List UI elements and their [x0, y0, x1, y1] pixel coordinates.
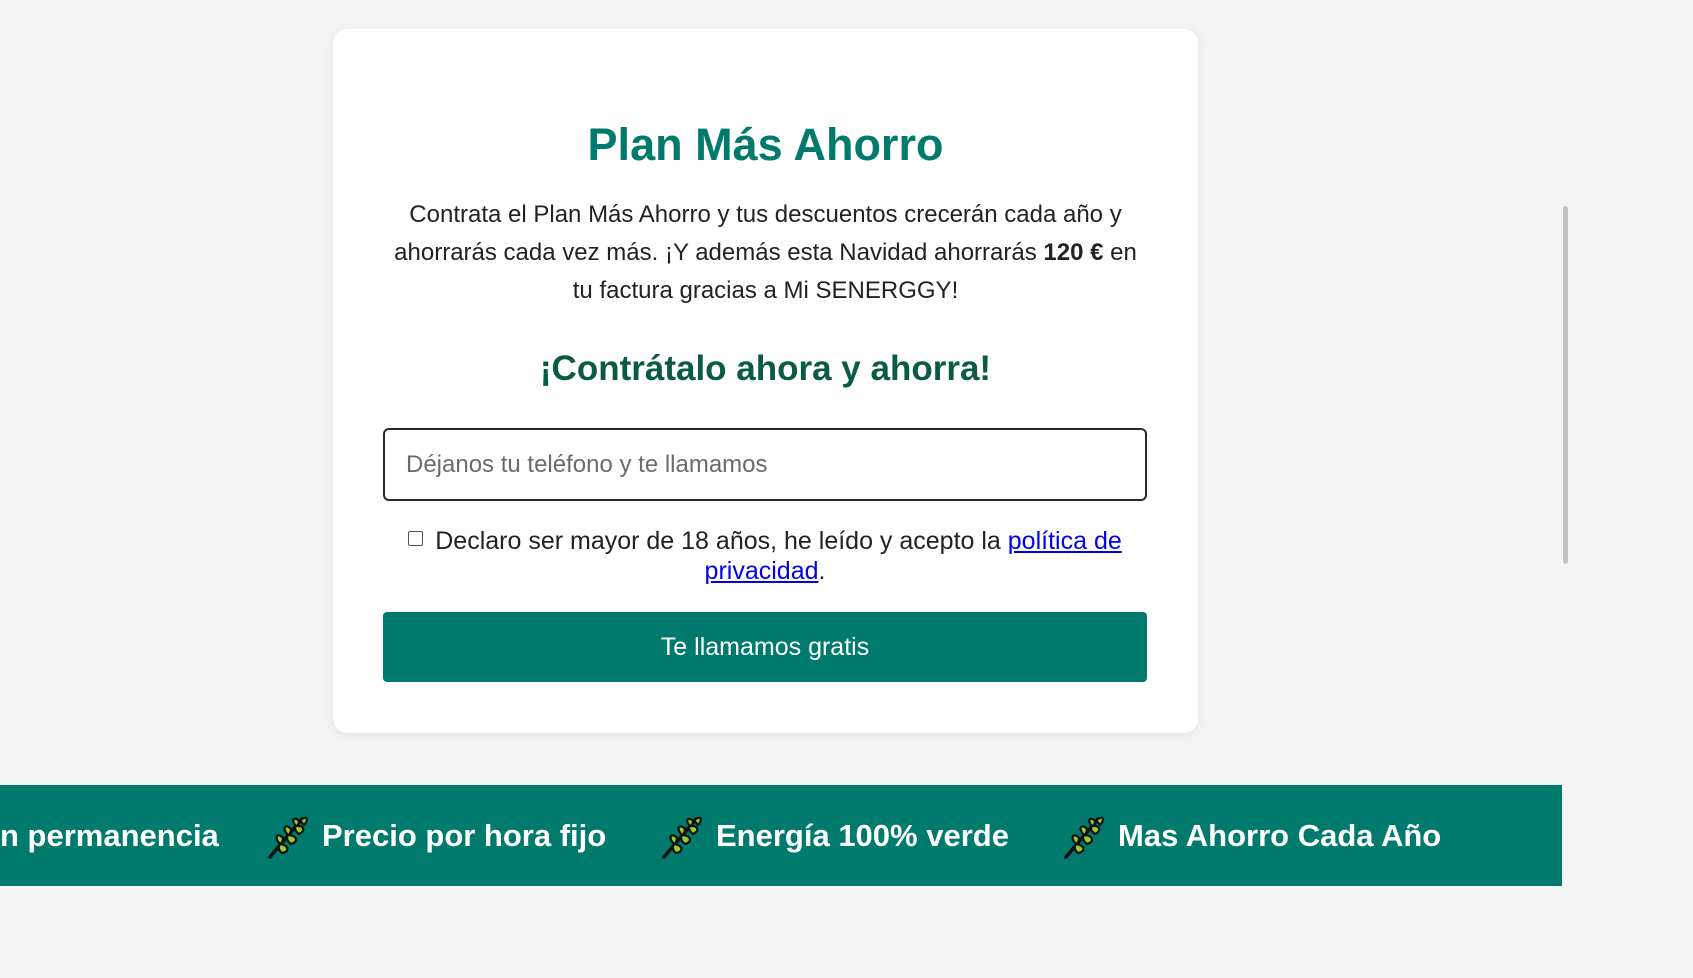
ticker-item: n permanencia [0, 785, 219, 886]
signup-card: Plan Más Ahorro Contrata el Plan Más Aho… [333, 29, 1198, 733]
phone-input[interactable] [383, 428, 1147, 501]
ticker-item-label: Mas Ahorro Cada Año [1118, 817, 1442, 853]
consent-label: Declaro ser mayor de 18 años, he leído y… [435, 527, 1008, 555]
call-me-button[interactable]: Te llamamos gratis [383, 612, 1147, 682]
ticker-item: Mas Ahorro Cada Año [1060, 785, 1441, 886]
leaf-icon [268, 816, 308, 859]
consent-period: . [818, 557, 826, 585]
benefits-ticker: n permanencia Precio por hora fijo Energ… [0, 785, 1562, 886]
ticker-item: Precio por hora fijo [264, 785, 606, 886]
ticker-item: Energía 100% verde [658, 785, 1009, 886]
page-title: Plan Más Ahorro [587, 119, 944, 170]
leaf-icon [662, 816, 702, 859]
leaf-icon [1064, 816, 1104, 859]
description-text-start: Contrata el Plan Más Ahorro y tus descue… [394, 201, 1122, 266]
ticker-item-label: Precio por hora fijo [322, 817, 607, 853]
plan-description: Contrata el Plan Más Ahorro y tus descue… [383, 196, 1148, 310]
ticker-item-label: n permanencia [0, 817, 219, 853]
savings-amount: 120 € [1043, 239, 1104, 266]
page-scrollbar[interactable] [1562, 0, 1569, 978]
consent-checkbox[interactable] [408, 531, 424, 546]
ticker-item-label: Energía 100% verde [716, 817, 1009, 853]
privacy-consent: Declaro ser mayor de 18 años, he leído y… [383, 526, 1147, 586]
call-to-action-heading: ¡Contrátalo ahora y ahorra! [539, 349, 992, 388]
scrollbar-thumb[interactable] [1563, 206, 1568, 564]
